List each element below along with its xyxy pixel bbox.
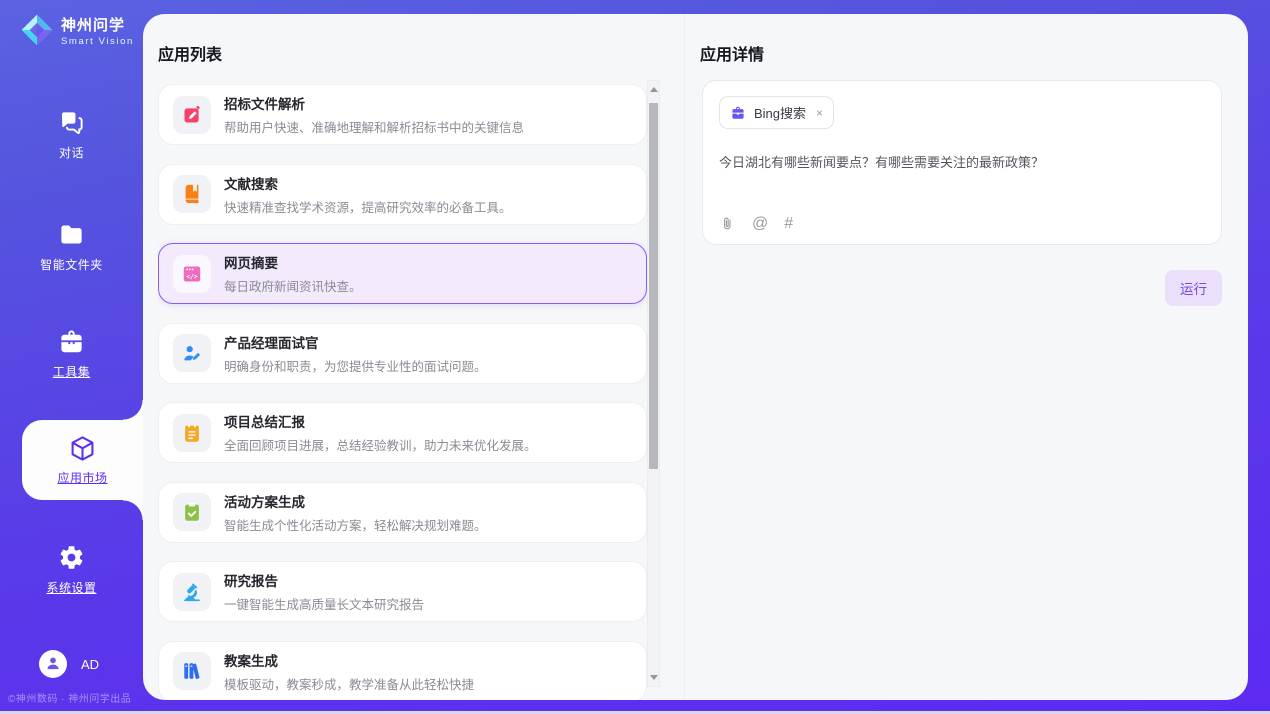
prompt-input[interactable]: 今日湖北有哪些新闻要点？有哪些需要关注的最新政策？ xyxy=(719,154,1205,172)
interviewer-icon xyxy=(173,334,211,372)
brand-tagline: Smart Vision xyxy=(61,36,134,47)
app-list-panel: 应用列表 招标文件解析帮助用户快速、准确地理解和解析招标书中的关键信息文献搜索快… xyxy=(143,14,685,700)
brand-logo: 神州问学 Smart Vision xyxy=(19,12,134,53)
diamond-logo-icon xyxy=(19,12,55,53)
folder-icon xyxy=(58,220,85,248)
tool-tag-label: Bing搜索 xyxy=(754,103,806,122)
app-card-title: 活动方案生成 xyxy=(224,491,487,511)
app-card-desc: 帮助用户快速、准确地理解和解析招标书中的关键信息 xyxy=(224,117,524,136)
microscope-icon xyxy=(173,573,211,611)
clipboard-check-icon xyxy=(173,493,211,531)
app-card-title: 招标文件解析 xyxy=(224,93,524,113)
app-card-title: 产品经理面试官 xyxy=(224,332,487,352)
app-card-list: 招标文件解析帮助用户快速、准确地理解和解析招标书中的关键信息文献搜索快速精准查找… xyxy=(158,84,647,700)
person-icon xyxy=(44,654,62,675)
app-detail-title: 应用详情 xyxy=(700,41,764,65)
notepad-icon xyxy=(173,414,211,452)
app-card[interactable]: 招标文件解析帮助用户快速、准确地理解和解析招标书中的关键信息 xyxy=(158,84,647,145)
hash-icon[interactable]: # xyxy=(784,216,793,232)
tool-tag-bing-search[interactable]: Bing搜索 × xyxy=(719,96,834,129)
app-card[interactable]: 项目总结汇报全面回顾项目进展，总结经验教训，助力未来优化发展。 xyxy=(158,402,647,463)
avatar[interactable] xyxy=(39,650,67,678)
app-card[interactable]: 产品经理面试官明确身份和职责，为您提供专业性的面试问题。 xyxy=(158,323,647,384)
prompt-card: Bing搜索 × 今日湖北有哪些新闻要点？有哪些需要关注的最新政策？ @# xyxy=(702,80,1222,245)
gear-icon xyxy=(58,543,85,571)
app-card-title: 文献搜索 xyxy=(224,173,512,193)
sidebar-item-label: 智能文件夹 xyxy=(40,256,103,273)
close-icon[interactable]: × xyxy=(816,106,823,120)
sidebar: 神州问学 Smart Vision 对话智能文件夹工具集应用市场系统设置 AD … xyxy=(0,0,143,714)
browser-code-icon: </> xyxy=(173,255,211,293)
sidebar-item-1[interactable]: 对话 xyxy=(0,108,143,161)
main-content: 应用列表 招标文件解析帮助用户快速、准确地理解和解析招标书中的关键信息文献搜索快… xyxy=(143,14,1248,700)
app-card-title: 网页摘要 xyxy=(224,252,362,272)
books-icon xyxy=(173,652,211,690)
scroll-down-icon[interactable] xyxy=(650,675,658,680)
app-card-desc: 一键智能生成高质量长文本研究报告 xyxy=(224,594,424,613)
sidebar-item-label: 工具集 xyxy=(53,363,91,380)
app-card-desc: 智能生成个性化活动方案，轻松解决规划难题。 xyxy=(224,515,487,534)
scrollbar[interactable] xyxy=(647,80,660,687)
app-card-desc: 每日政府新闻资讯快查。 xyxy=(224,276,362,295)
app-card[interactable]: 教案生成模板驱动，教案秒成，教学准备从此轻松快捷 xyxy=(158,641,647,701)
briefcase-icon xyxy=(730,105,746,121)
app-card-desc: 快速精准查找学术资源，提高研究效率的必备工具。 xyxy=(224,197,512,216)
app-card[interactable]: 文献搜索快速精准查找学术资源，提高研究效率的必备工具。 xyxy=(158,164,647,225)
copyright-footer: ©神州数码 · 神州问学出品 xyxy=(8,690,131,705)
app-card[interactable]: 活动方案生成智能生成个性化活动方案，轻松解决规划难题。 xyxy=(158,482,647,543)
svg-text:</>: </> xyxy=(186,272,198,280)
user-initials: AD xyxy=(81,657,99,672)
sidebar-item-3[interactable]: 工具集 xyxy=(0,327,143,380)
user-account[interactable]: AD xyxy=(39,650,99,678)
book-icon xyxy=(173,175,211,213)
at-icon[interactable]: @ xyxy=(752,216,768,232)
app-detail-panel: 应用详情 Bing搜索 × 今日湖北有哪些新闻要点？有哪些需要关注的最新政策？ … xyxy=(686,14,1248,700)
app-card[interactable]: </> 网页摘要每日政府新闻资讯快查。 xyxy=(158,243,647,304)
app-card-desc: 模板驱动，教案秒成，教学准备从此轻松快捷 xyxy=(224,674,474,693)
cube-icon xyxy=(68,435,97,463)
app-card-title: 研究报告 xyxy=(224,570,424,590)
sidebar-item-2[interactable]: 智能文件夹 xyxy=(0,220,143,273)
brand-name: 神州问学 xyxy=(61,18,134,35)
run-button[interactable]: 运行 xyxy=(1165,270,1222,306)
app-card-desc: 明确身份和职责，为您提供专业性的面试问题。 xyxy=(224,356,487,375)
doc-edit-icon xyxy=(173,96,211,134)
app-card[interactable]: 研究报告一键智能生成高质量长文本研究报告 xyxy=(158,561,647,622)
attachment-row: @# xyxy=(719,215,1205,232)
paperclip-icon[interactable] xyxy=(719,215,736,232)
app-card-title: 项目总结汇报 xyxy=(224,411,537,431)
sidebar-item-4[interactable]: 应用市场 xyxy=(22,420,143,500)
sidebar-item-label: 应用市场 xyxy=(57,469,107,486)
app-card-desc: 全面回顾项目进展，总结经验教训，助力未来优化发展。 xyxy=(224,435,537,454)
scroll-up-icon[interactable] xyxy=(650,87,658,92)
sidebar-item-label: 对话 xyxy=(59,144,84,161)
app-card-title: 教案生成 xyxy=(224,650,474,670)
sidebar-item-label: 系统设置 xyxy=(46,579,96,596)
toolbox-icon xyxy=(58,327,85,355)
scrollbar-thumb[interactable] xyxy=(649,103,658,469)
app-list-title: 应用列表 xyxy=(158,41,222,65)
sidebar-item-5[interactable]: 系统设置 xyxy=(0,543,143,596)
chat-icon xyxy=(58,108,85,136)
